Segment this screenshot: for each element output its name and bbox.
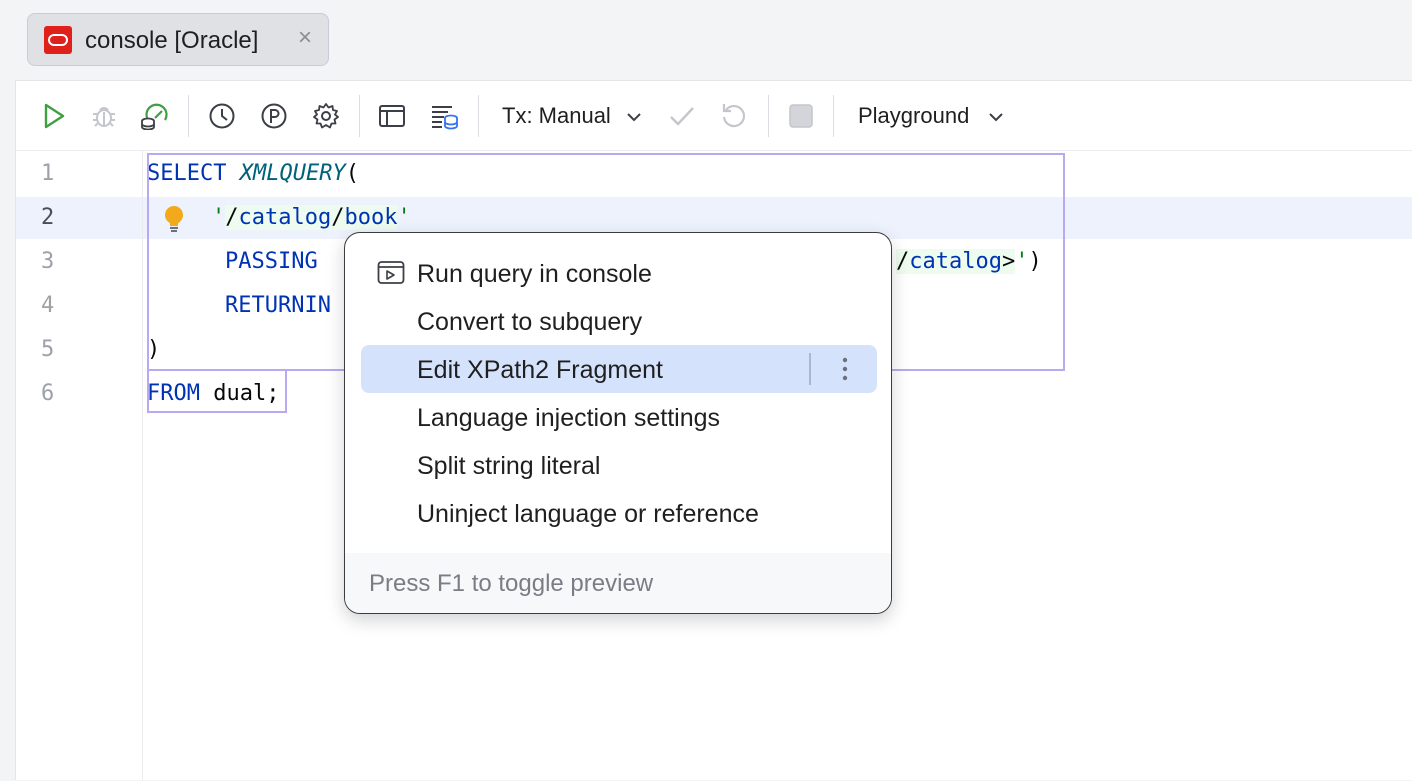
line-number: 3	[41, 249, 55, 274]
menu-item-convert-subquery[interactable]: Convert to subquery	[361, 297, 877, 345]
chevron-down-icon[interactable]	[624, 107, 644, 127]
sql-function: XMLQUERY	[239, 161, 346, 186]
line-number: 6	[41, 381, 55, 406]
code-line-1: SELECT XMLQUERY(	[147, 161, 359, 186]
sql-keyword: FROM	[147, 381, 200, 406]
run-icon[interactable]	[40, 102, 68, 130]
line-number: 5	[41, 337, 55, 362]
xpath-tag: catalog	[238, 205, 332, 230]
oracle-icon	[44, 26, 72, 54]
toolbar-separator	[359, 95, 360, 137]
debug-icon[interactable]	[90, 102, 118, 130]
layout-icon[interactable]	[378, 102, 406, 130]
tx-mode-dropdown[interactable]: Tx: Manual	[502, 103, 611, 129]
menu-item-label: Language injection settings	[417, 404, 721, 432]
code-text: dual;	[199, 381, 280, 406]
line-number: 2	[41, 205, 55, 230]
parameters-icon[interactable]	[260, 102, 288, 130]
paren: (	[345, 161, 359, 186]
gutter-divider	[142, 151, 143, 781]
code-line-3: PASSING	[225, 249, 318, 274]
rollback-icon[interactable]	[720, 102, 748, 130]
tab-console-oracle[interactable]: console [Oracle] ×	[27, 13, 329, 66]
menu-item-split-string-literal[interactable]: Split string literal	[361, 441, 877, 489]
string-quote: '	[1015, 249, 1029, 274]
console-run-icon	[377, 260, 405, 286]
paren: )	[1028, 249, 1042, 274]
tab-title: console [Oracle]	[85, 27, 259, 54]
menu-item-run-query[interactable]: Run query in console	[361, 249, 877, 297]
menu-item-language-injection-settings[interactable]: Language injection settings	[361, 393, 877, 441]
menu-item-label: Split string literal	[417, 452, 601, 480]
toolbar-separator	[768, 95, 769, 137]
toolbar-separator	[478, 95, 479, 137]
close-icon[interactable]: ×	[298, 24, 312, 52]
sql-keyword: RETURNIN	[225, 293, 331, 318]
toolbar: Tx: Manual Playground	[16, 81, 1412, 151]
xpath-tag: book	[344, 205, 398, 230]
more-vertical-icon[interactable]	[833, 353, 857, 385]
stop-icon[interactable]	[787, 102, 815, 130]
footer-hint: Press F1 to toggle preview	[369, 570, 654, 597]
xml-tag: catalog	[909, 249, 1002, 274]
code-line-6: FROM dual;	[147, 381, 279, 406]
code-line-4: RETURNIN	[225, 293, 331, 318]
xpath-slash: /	[225, 205, 239, 230]
code-line-3-tail: /catalog>')	[896, 249, 1042, 274]
string-quote: '	[212, 205, 226, 230]
string-quote: '	[397, 205, 411, 230]
commit-icon[interactable]	[668, 102, 696, 130]
output-icon[interactable]	[430, 102, 458, 130]
sql-keyword: PASSING	[225, 249, 318, 274]
xml-bracket: >	[1001, 249, 1016, 274]
toolbar-separator	[188, 95, 189, 137]
chevron-down-icon[interactable]	[986, 107, 1006, 127]
xml-slash: /	[896, 249, 910, 274]
line-number: 4	[41, 293, 55, 318]
menu-item-divider	[809, 353, 811, 385]
sql-keyword: SELECT	[147, 161, 227, 186]
menu-item-edit-xpath2-fragment[interactable]: Edit XPath2 Fragment	[361, 345, 877, 393]
menu-item-uninject-language[interactable]: Uninject language or reference	[361, 489, 877, 537]
tab-strip: console [Oracle] ×	[0, 0, 1412, 80]
code-line-5: )	[147, 337, 161, 362]
menu-item-label: Uninject language or reference	[417, 500, 759, 528]
menu-item-label: Edit XPath2 Fragment	[417, 356, 663, 384]
menu-item-label: Convert to subquery	[417, 308, 643, 336]
explain-plan-icon[interactable]	[140, 102, 168, 130]
settings-icon[interactable]	[312, 102, 340, 130]
code-line-2: '/catalog/book'	[212, 205, 411, 230]
toolbar-separator	[833, 95, 834, 137]
line-number: 1	[41, 161, 55, 186]
playground-dropdown[interactable]: Playground	[858, 103, 969, 129]
history-icon[interactable]	[208, 102, 236, 130]
intention-actions-popup: Run query in console Convert to subquery…	[344, 232, 892, 614]
xpath-slash: /	[331, 205, 345, 230]
popup-footer: Press F1 to toggle preview	[345, 553, 891, 613]
menu-item-label: Run query in console	[417, 260, 652, 288]
lightbulb-icon[interactable]	[161, 204, 187, 234]
